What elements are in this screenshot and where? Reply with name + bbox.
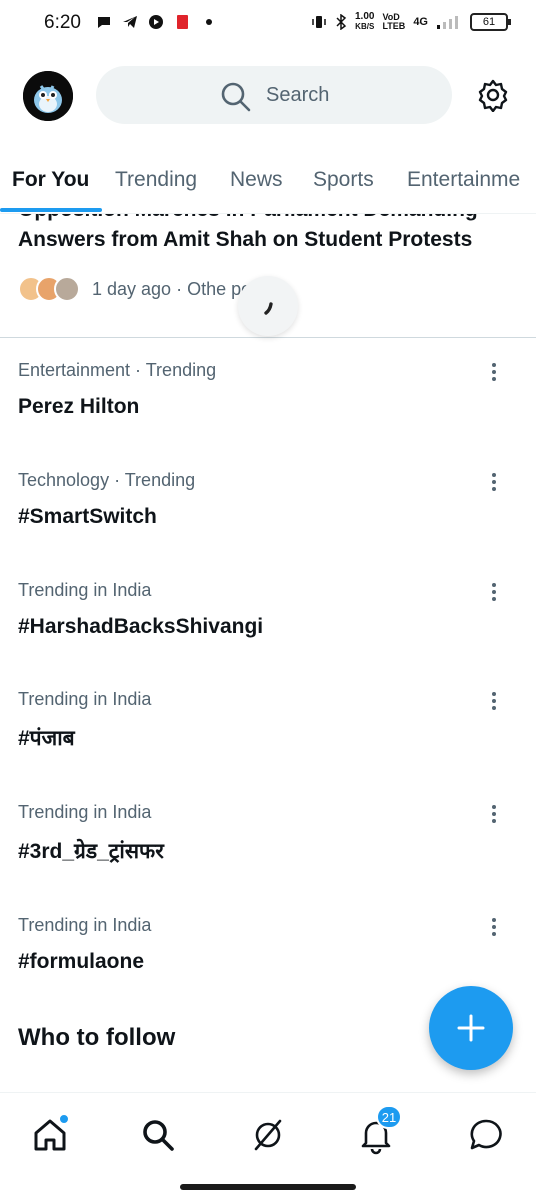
status-right: 1.00 KB/S VoD LTEB 4G 61 xyxy=(311,12,511,32)
grok-icon[interactable] xyxy=(248,1115,288,1155)
trend-name: #पंजाब xyxy=(18,727,75,750)
trend-context: Trending in India xyxy=(18,580,152,600)
active-tab-indicator xyxy=(0,208,102,212)
trend-context: Trending in India xyxy=(18,802,152,822)
more-options-icon[interactable] xyxy=(484,470,504,494)
speed-value: 1.00 xyxy=(355,11,375,22)
bottom-navigation: 21 xyxy=(0,1092,536,1176)
bird-avatar-icon xyxy=(23,71,73,121)
network-type: 4G xyxy=(413,16,428,28)
telegram-icon xyxy=(123,16,137,28)
messages-icon[interactable] xyxy=(466,1115,506,1155)
tab-news[interactable]: News xyxy=(230,168,283,192)
news-meta: 1 day ago · Othe posts xyxy=(18,276,274,302)
vibrate-icon xyxy=(312,16,326,28)
trend-name: #3rd_ग्रेड_ट्रांसफर xyxy=(18,840,164,863)
search-icon[interactable] xyxy=(138,1115,178,1155)
chat-bubble-icon xyxy=(98,17,110,28)
trend-context: Entertainment · Trending xyxy=(18,360,217,380)
more-options-icon[interactable] xyxy=(484,915,504,939)
trend-item[interactable]: Entertainment · Trending Perez Hilton xyxy=(0,360,536,460)
notifications-badge: 21 xyxy=(376,1105,402,1129)
network-speed: 1.00 KB/S xyxy=(355,12,374,32)
tab-for-you[interactable]: For You xyxy=(12,168,89,192)
trend-name: #SmartSwitch xyxy=(18,505,157,528)
search-icon xyxy=(221,82,251,112)
more-options-icon[interactable] xyxy=(484,802,504,826)
speed-unit: KB/S xyxy=(355,22,375,31)
trend-item[interactable]: Trending in India #3rd_ग्रेड_ट्रांसफर xyxy=(0,802,536,902)
carrier-label: VoD LTEB xyxy=(382,13,405,31)
news-avatar-3 xyxy=(54,276,80,302)
book-icon xyxy=(177,15,188,29)
bluetooth-icon xyxy=(336,14,347,30)
settings-gear-icon[interactable] xyxy=(476,78,510,112)
trend-name: Perez Hilton xyxy=(18,395,140,418)
youtube-icon xyxy=(149,15,163,29)
more-options-icon[interactable] xyxy=(484,580,504,604)
who-to-follow-heading: Who to follow xyxy=(18,1024,176,1051)
trend-context: Trending in India xyxy=(18,689,152,709)
trend-name: #formulaone xyxy=(18,950,145,973)
news-title: Answers from Amit Shah on Student Protes… xyxy=(18,228,473,251)
trend-item[interactable]: Trending in India #HarshadBacksShivangi xyxy=(0,580,536,680)
plus-icon xyxy=(457,1014,485,1042)
gesture-home-bar xyxy=(180,1184,356,1190)
tab-sports[interactable]: Sports xyxy=(313,168,374,192)
more-options-icon[interactable] xyxy=(484,360,504,384)
tab-trending[interactable]: Trending xyxy=(115,168,197,192)
status-time: 6:20 xyxy=(44,12,81,33)
search-placeholder: Search xyxy=(266,84,330,106)
spinner-icon xyxy=(264,302,273,315)
battery-indicator: 61 xyxy=(470,13,511,31)
home-unread-dot xyxy=(58,1113,70,1125)
loading-spinner xyxy=(238,276,298,336)
tab-entertainment[interactable]: Entertainme xyxy=(407,168,520,192)
top-bar: Search xyxy=(0,66,536,126)
more-notifications-dot xyxy=(206,19,212,25)
trend-item[interactable]: Trending in India #पंजाब xyxy=(0,689,536,789)
trend-context: Trending in India xyxy=(18,915,152,935)
profile-avatar[interactable] xyxy=(23,71,73,121)
carrier-bottom: LTEB xyxy=(382,21,406,31)
compose-button[interactable] xyxy=(429,986,513,1070)
signal-icon xyxy=(437,16,458,29)
more-options-icon[interactable] xyxy=(484,689,504,713)
explore-tabs: For You Trending News Sports Entertainme xyxy=(0,160,536,214)
search-bar[interactable]: Search xyxy=(96,66,452,124)
notification-icons xyxy=(96,14,212,30)
status-bar: 6:20 1.00 KB/S VoD LTEB 4G 61 xyxy=(0,0,536,46)
trend-item[interactable]: Technology · Trending #SmartSwitch xyxy=(0,470,536,570)
trend-context: Technology · Trending xyxy=(18,470,196,490)
trend-name: #HarshadBacksShivangi xyxy=(18,615,264,638)
